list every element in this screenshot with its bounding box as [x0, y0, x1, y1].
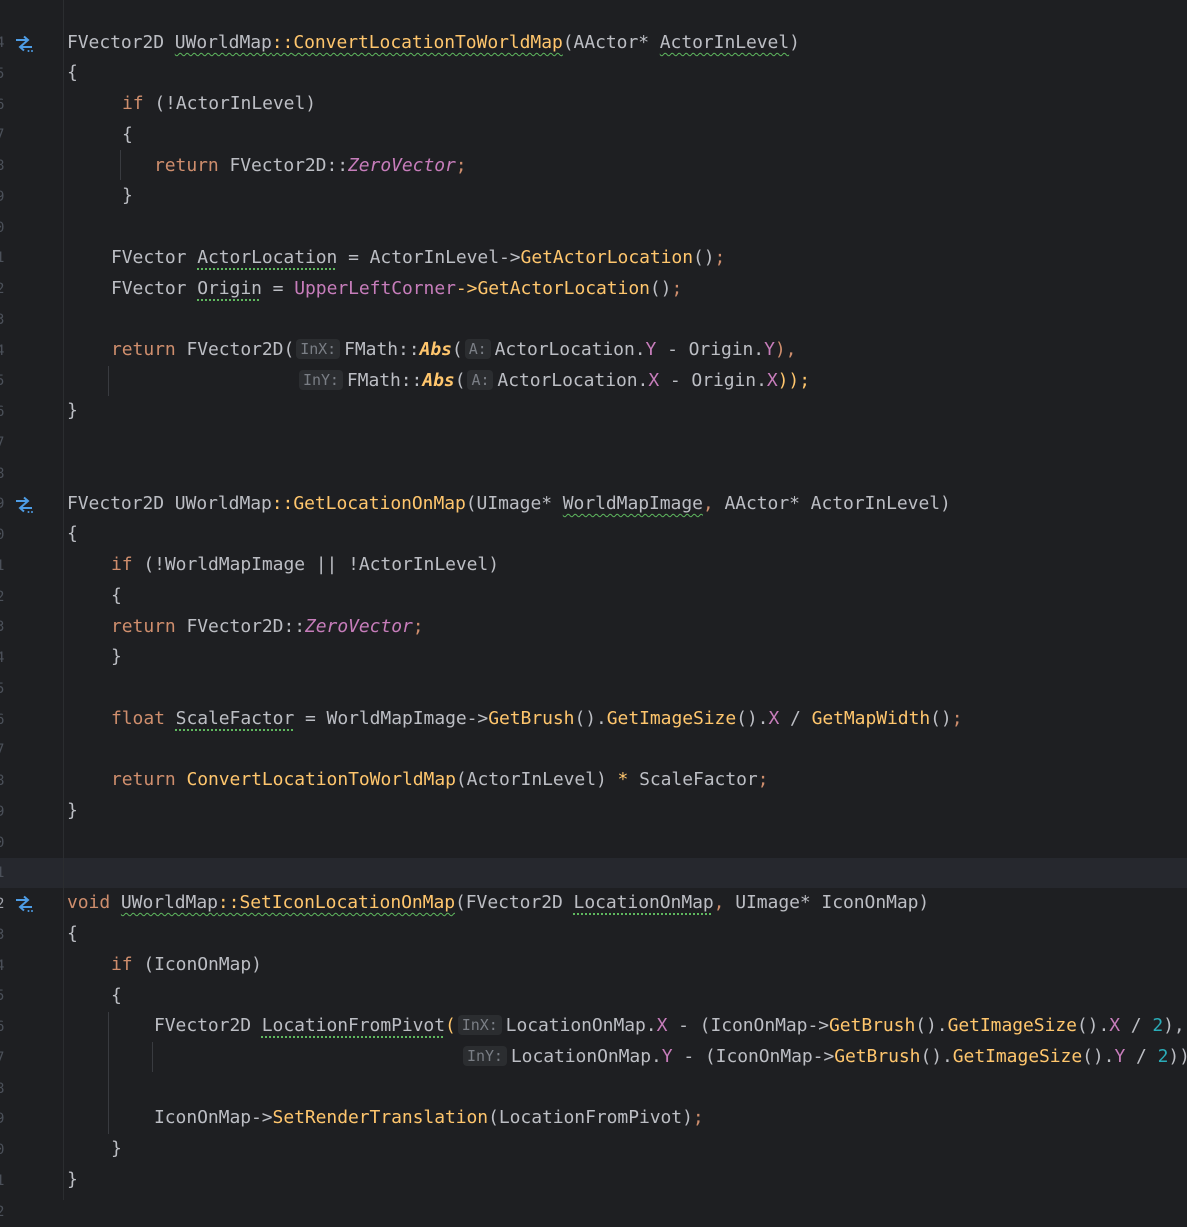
line-number: 2 — [0, 1203, 5, 1220]
indent-guide — [108, 366, 109, 396]
code-line[interactable]: return FVector2D(InX: FMath::Abs(A: ActorL… — [111, 335, 796, 365]
line-number: 3 — [0, 311, 5, 328]
line-number: 6 — [0, 96, 5, 113]
line-number: 1 — [0, 865, 5, 882]
line-number: 5 — [0, 65, 5, 82]
code-line[interactable]: } — [67, 396, 78, 426]
parameter-hint: InY: — [463, 1046, 507, 1066]
code-line[interactable]: FVector2D UWorldMap::GetLocationOnMap(UI… — [67, 489, 951, 519]
line-number: 2 — [0, 896, 5, 912]
line-number: 1 — [0, 1172, 5, 1189]
line-number: 7 — [0, 1049, 5, 1066]
code-line[interactable]: } — [122, 181, 133, 211]
line-number: 3 — [0, 619, 5, 636]
code-editor[interactable]: 456789012345678901234567890123456789012 … — [0, 0, 1187, 1220]
implementation-arrows-icon[interactable] — [13, 496, 35, 514]
code-line[interactable]: { — [111, 581, 122, 611]
line-number: 9 — [0, 496, 5, 513]
line-number: 9 — [0, 188, 5, 205]
line-number: 4 — [0, 342, 5, 359]
indent-guide — [108, 1012, 109, 1134]
code-line[interactable]: InY: LocationOnMap.Y - (IconOnMap->GetBru… — [461, 1042, 1187, 1072]
line-number: 4 — [0, 957, 5, 974]
parameter-hint: InX: — [457, 1015, 502, 1035]
parameter-hint: InY: — [299, 370, 343, 390]
code-line[interactable]: float ScaleFactor = WorldMapImage->GetBr… — [111, 704, 963, 734]
line-number: 0 — [0, 219, 5, 236]
line-number: 2 — [0, 281, 5, 297]
line-number: 0 — [0, 527, 5, 543]
code-line[interactable]: { — [122, 120, 133, 150]
line-number: 0 — [0, 1142, 5, 1158]
code-line[interactable]: return FVector2D::ZeroVector; — [111, 612, 424, 642]
line-number: 8 — [0, 465, 5, 482]
line-number: 6 — [0, 404, 5, 420]
line-number: 0 — [0, 834, 5, 851]
line-number: 1 — [0, 557, 5, 574]
code-line[interactable]: } — [111, 642, 122, 672]
line-number: 5 — [0, 988, 5, 1005]
line-number: 9 — [0, 1111, 5, 1128]
code-line[interactable]: { — [67, 58, 78, 88]
code-line[interactable]: if (IconOnMap) — [111, 950, 262, 980]
line-number: 8 — [0, 1080, 5, 1097]
code-line[interactable]: if (!WorldMapImage || !ActorInLevel) — [111, 550, 499, 580]
code-line[interactable]: FVector Origin = UpperLeftCorner->GetAct… — [111, 274, 682, 304]
line-number: 1 — [0, 250, 5, 267]
line-number: 9 — [0, 803, 5, 820]
line-number: 7 — [0, 742, 5, 759]
code-line[interactable]: FVector ActorLocation = ActorInLevel->Ge… — [111, 243, 725, 273]
line-number: 4 — [0, 35, 5, 51]
line-number: 7 — [0, 434, 5, 451]
parameter-hint: A: — [464, 339, 491, 359]
code-line[interactable]: { — [111, 981, 122, 1011]
gutter-separator — [63, 0, 64, 1200]
code-line[interactable]: return FVector2D::ZeroVector; — [154, 151, 467, 181]
line-number: 5 — [0, 373, 5, 390]
code-line[interactable]: void UWorldMap::SetIconLocationOnMap(FVe… — [67, 888, 929, 918]
code-line[interactable]: if (!ActorInLevel) — [122, 89, 316, 119]
line-number: 5 — [0, 680, 5, 697]
code-line[interactable]: { — [67, 919, 78, 949]
code-line[interactable]: FVector2D UWorldMap::ConvertLocationToWo… — [67, 28, 800, 58]
code-line[interactable]: { — [67, 519, 78, 549]
line-number: 6 — [0, 711, 5, 728]
line-number: 6 — [0, 1019, 5, 1035]
code-line[interactable]: FVector2D LocationFromPivot(InX: Location… — [154, 1011, 1185, 1041]
implementation-arrows-icon[interactable] — [13, 895, 35, 913]
line-number: 7 — [0, 127, 5, 144]
code-line[interactable]: } — [111, 1134, 122, 1164]
line-number: 8 — [0, 773, 5, 789]
code-line[interactable]: } — [67, 796, 78, 826]
indent-guide — [120, 150, 121, 180]
indent-guide — [152, 1042, 153, 1072]
line-number: 3 — [0, 926, 5, 943]
line-number: 4 — [0, 650, 5, 666]
line-number: 8 — [0, 158, 5, 174]
current-line-highlight — [0, 858, 1187, 888]
code-line[interactable]: IconOnMap->SetRenderTranslation(Location… — [154, 1103, 704, 1133]
implementation-arrows-icon[interactable] — [13, 35, 35, 53]
code-line[interactable]: InY: FMath::Abs(A: ActorLocation.X - Origi… — [297, 366, 810, 396]
code-line[interactable]: return ConvertLocationToWorldMap(ActorIn… — [111, 765, 768, 795]
code-line[interactable]: } — [67, 1165, 78, 1195]
line-number: 2 — [0, 588, 5, 605]
parameter-hint: A: — [467, 370, 494, 390]
parameter-hint: InX: — [296, 339, 341, 359]
